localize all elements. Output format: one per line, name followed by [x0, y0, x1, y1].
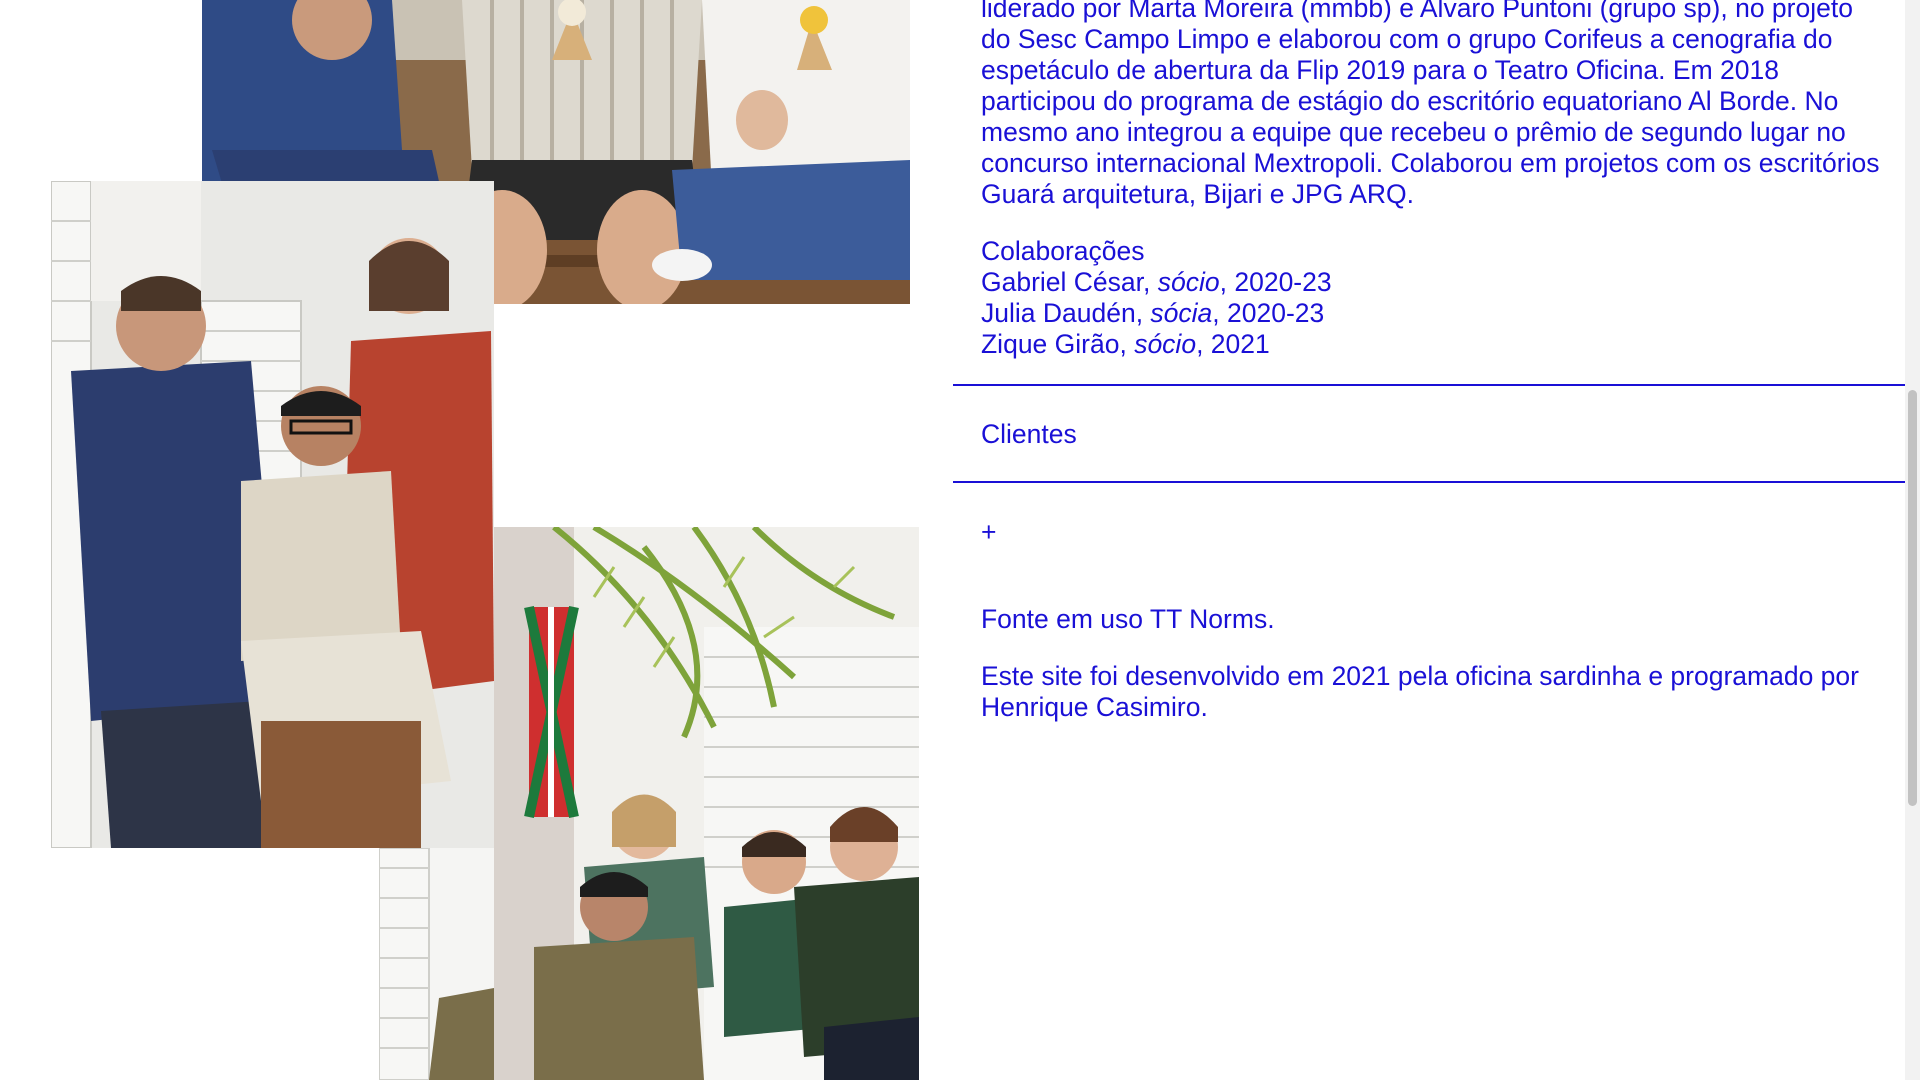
collaborations-heading: Colaborações [981, 236, 1145, 266]
expand-plus-icon[interactable]: + [981, 517, 1881, 548]
team-photos-collage [0, 0, 950, 1080]
collaborator-years: , 2021 [1196, 329, 1270, 359]
clients-toggle[interactable]: Clientes [981, 419, 1881, 450]
collaborator-years: , 2020-23 [1212, 298, 1325, 328]
collaborator-name: Zique Girão, [981, 329, 1135, 359]
page-scrollbar[interactable] [1905, 0, 1920, 1080]
about-panel: liderado por Marta Moreira (mmbb) e Alva… [953, 0, 1906, 1080]
team-photo-courtyard [494, 527, 919, 1080]
collaborator-role: sócio [1157, 267, 1220, 297]
site-credits: Este site foi desenvolvido em 2021 pela … [981, 661, 1859, 722]
section-divider [953, 481, 1906, 483]
font-note: Fonte em uso TT Norms. [981, 604, 1275, 634]
collaborator-row: Zique Girão, sócio, 2021 [981, 329, 1881, 360]
collaborator-name: Julia Daudén, [981, 298, 1151, 328]
bio-paragraph: liderado por Marta Moreira (mmbb) e Alva… [981, 0, 1880, 209]
collaborations-section: Colaborações Gabriel César, sócio, 2020-… [981, 236, 1881, 360]
team-photo-laughing [51, 181, 494, 848]
collaborator-row: Julia Daudén, sócia, 2020-23 [981, 298, 1881, 329]
bio-text-block: liderado por Marta Moreira (mmbb) e Alva… [981, 0, 1881, 210]
collaborator-years: , 2020-23 [1219, 267, 1332, 297]
section-divider [953, 384, 1906, 386]
team-photo-courtyard-edge [379, 848, 494, 1080]
collaborator-row: Gabriel César, sócio, 2020-23 [981, 267, 1881, 298]
collaborator-name: Gabriel César, [981, 267, 1158, 297]
scrollbar-thumb[interactable] [1908, 390, 1917, 806]
collaborator-role: sócio [1134, 329, 1197, 359]
collaborator-role: sócia [1150, 298, 1213, 328]
